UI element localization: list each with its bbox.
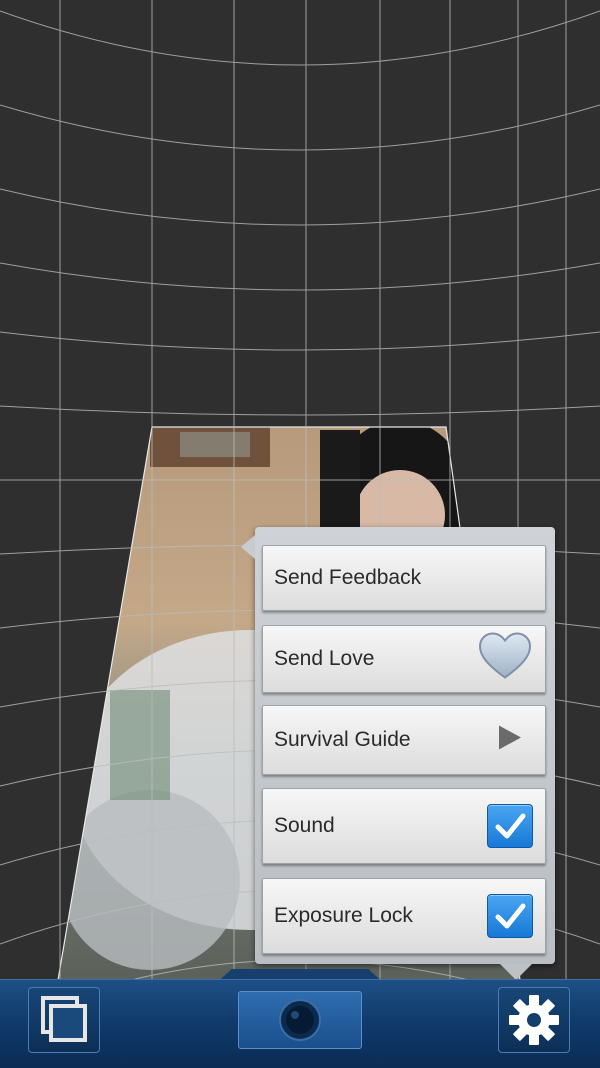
shutter-button[interactable]	[238, 991, 362, 1049]
gallery-button[interactable]	[28, 987, 100, 1053]
grid-line	[0, 104, 600, 151]
heart-icon	[477, 632, 533, 687]
menu-item-label: Survival Guide	[274, 728, 411, 751]
grid-line	[0, 331, 600, 351]
checkmark-icon	[495, 813, 526, 839]
menu-item-label: Send Feedback	[274, 566, 422, 589]
menu-item-exposure-lock[interactable]: Exposure Lock	[262, 878, 546, 954]
grid-line	[0, 188, 600, 226]
play-arrow-icon	[497, 724, 523, 757]
gallery-icon	[41, 996, 87, 1042]
checkmark-icon	[495, 903, 526, 929]
menu-item-sound[interactable]: Sound	[262, 788, 546, 864]
grid-line	[0, 405, 600, 416]
menu-notch	[241, 535, 255, 559]
grid-line	[0, 262, 600, 291]
menu-item-label: Sound	[274, 814, 335, 837]
settings-menu: Send Feedback Send Love Survival Guide S…	[241, 527, 555, 980]
camera-lens-icon	[279, 999, 321, 1041]
grid-line	[0, 10, 600, 66]
menu-item-send-feedback[interactable]: Send Feedback	[262, 545, 546, 611]
menu-item-send-love[interactable]: Send Love	[262, 625, 546, 693]
menu-item-label: Exposure Lock	[274, 904, 413, 927]
menu-tail	[500, 964, 532, 980]
menu-item-label: Send Love	[274, 647, 375, 670]
menu-item-survival-guide[interactable]: Survival Guide	[262, 705, 546, 775]
settings-button[interactable]	[498, 987, 570, 1053]
exposure-lock-checkbox[interactable]	[487, 894, 533, 938]
sound-checkbox[interactable]	[487, 804, 533, 848]
gear-icon	[509, 995, 559, 1045]
